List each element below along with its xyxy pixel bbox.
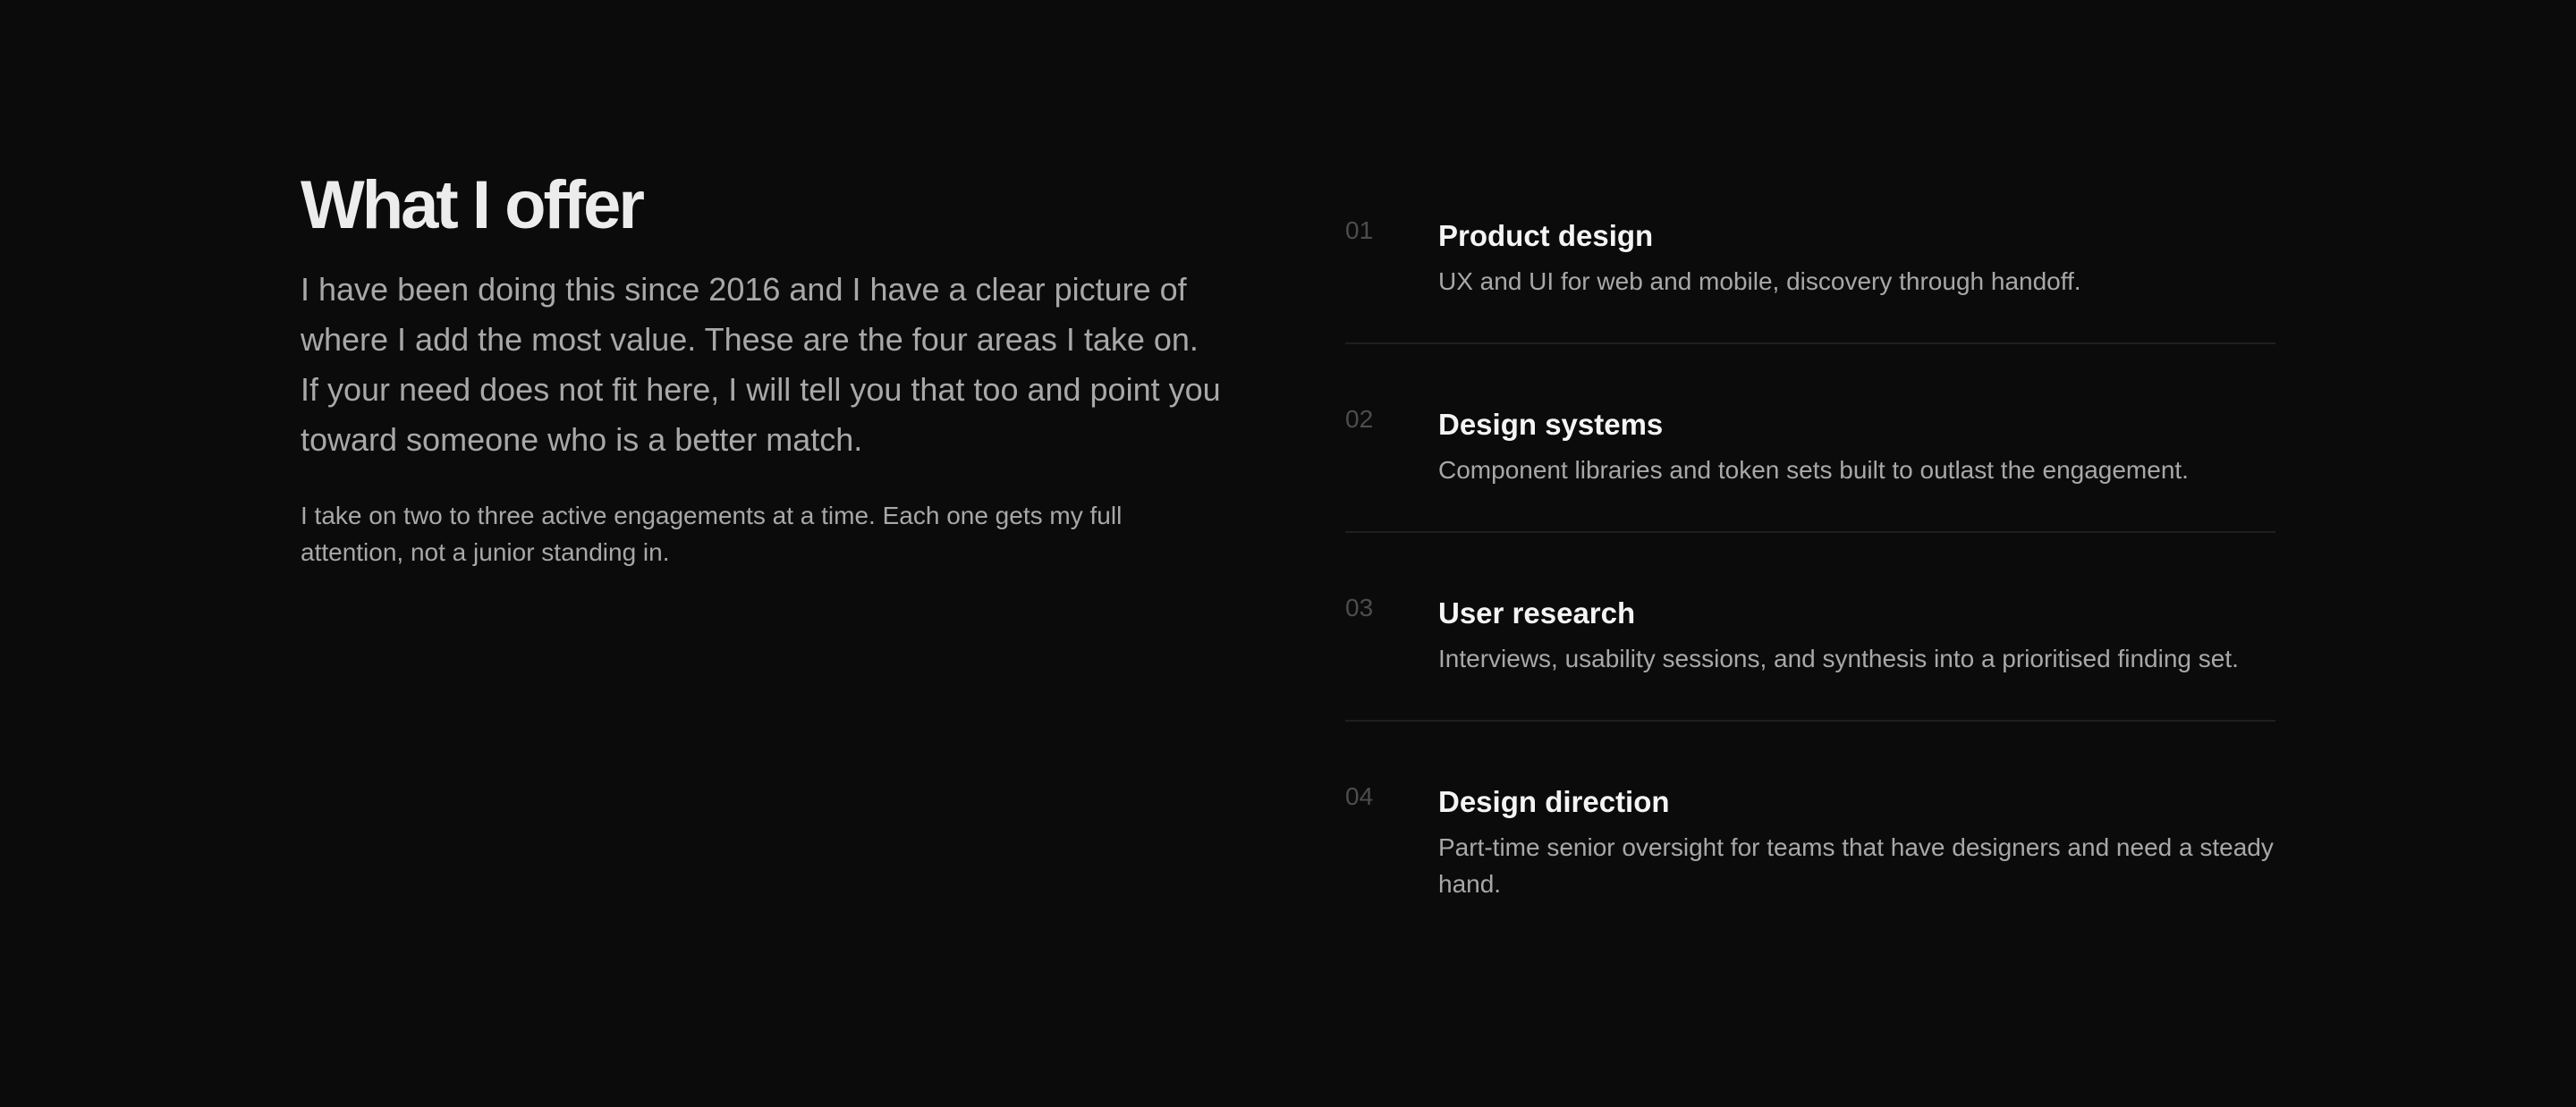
service-number: 01 xyxy=(1345,216,1374,244)
service-body: Design systems Component libraries and t… xyxy=(1438,407,2275,488)
service-item-design-systems: 02 Design systems Component libraries an… xyxy=(1345,393,2275,533)
service-item-product-design: 01 Product design UX and UI for web and … xyxy=(1345,204,2275,344)
service-description: Component libraries and token sets built… xyxy=(1438,456,2189,484)
service-number: 03 xyxy=(1345,594,1374,621)
service-name: Design direction xyxy=(1438,785,1670,818)
service-name: Design systems xyxy=(1438,408,1664,441)
service-body: Design direction Part-time senior oversi… xyxy=(1438,784,2275,902)
intro-column: What I offer I have been doing this sinc… xyxy=(301,165,1222,570)
offer-section: What I offer I have been doing this sinc… xyxy=(0,0,2576,1107)
service-description: Interviews, usability sessions, and synt… xyxy=(1438,645,2239,672)
service-item-design-direction: 04 Design direction Part-time senior ove… xyxy=(1345,770,2275,945)
service-body: Product design UX and UI for web and mob… xyxy=(1438,218,2275,300)
service-body: User research Interviews, usability sess… xyxy=(1438,596,2275,677)
service-name: User research xyxy=(1438,596,1636,630)
service-description: Part-time senior oversight for teams tha… xyxy=(1438,833,2274,898)
section-title: What I offer xyxy=(301,167,645,243)
service-number: 02 xyxy=(1345,405,1374,433)
service-number: 04 xyxy=(1345,782,1374,810)
service-item-user-research: 03 User research Interviews, usability s… xyxy=(1345,581,2275,722)
intro-note: I take on two to three active engagement… xyxy=(301,502,1123,566)
service-description: UX and UI for web and mobile, discovery … xyxy=(1438,267,2081,295)
service-name: Product design xyxy=(1438,219,1654,252)
intro-lead: I have been doing this since 2016 and I … xyxy=(301,271,1221,458)
services-list: 01 Product design UX and UI for web and … xyxy=(1345,204,2275,945)
